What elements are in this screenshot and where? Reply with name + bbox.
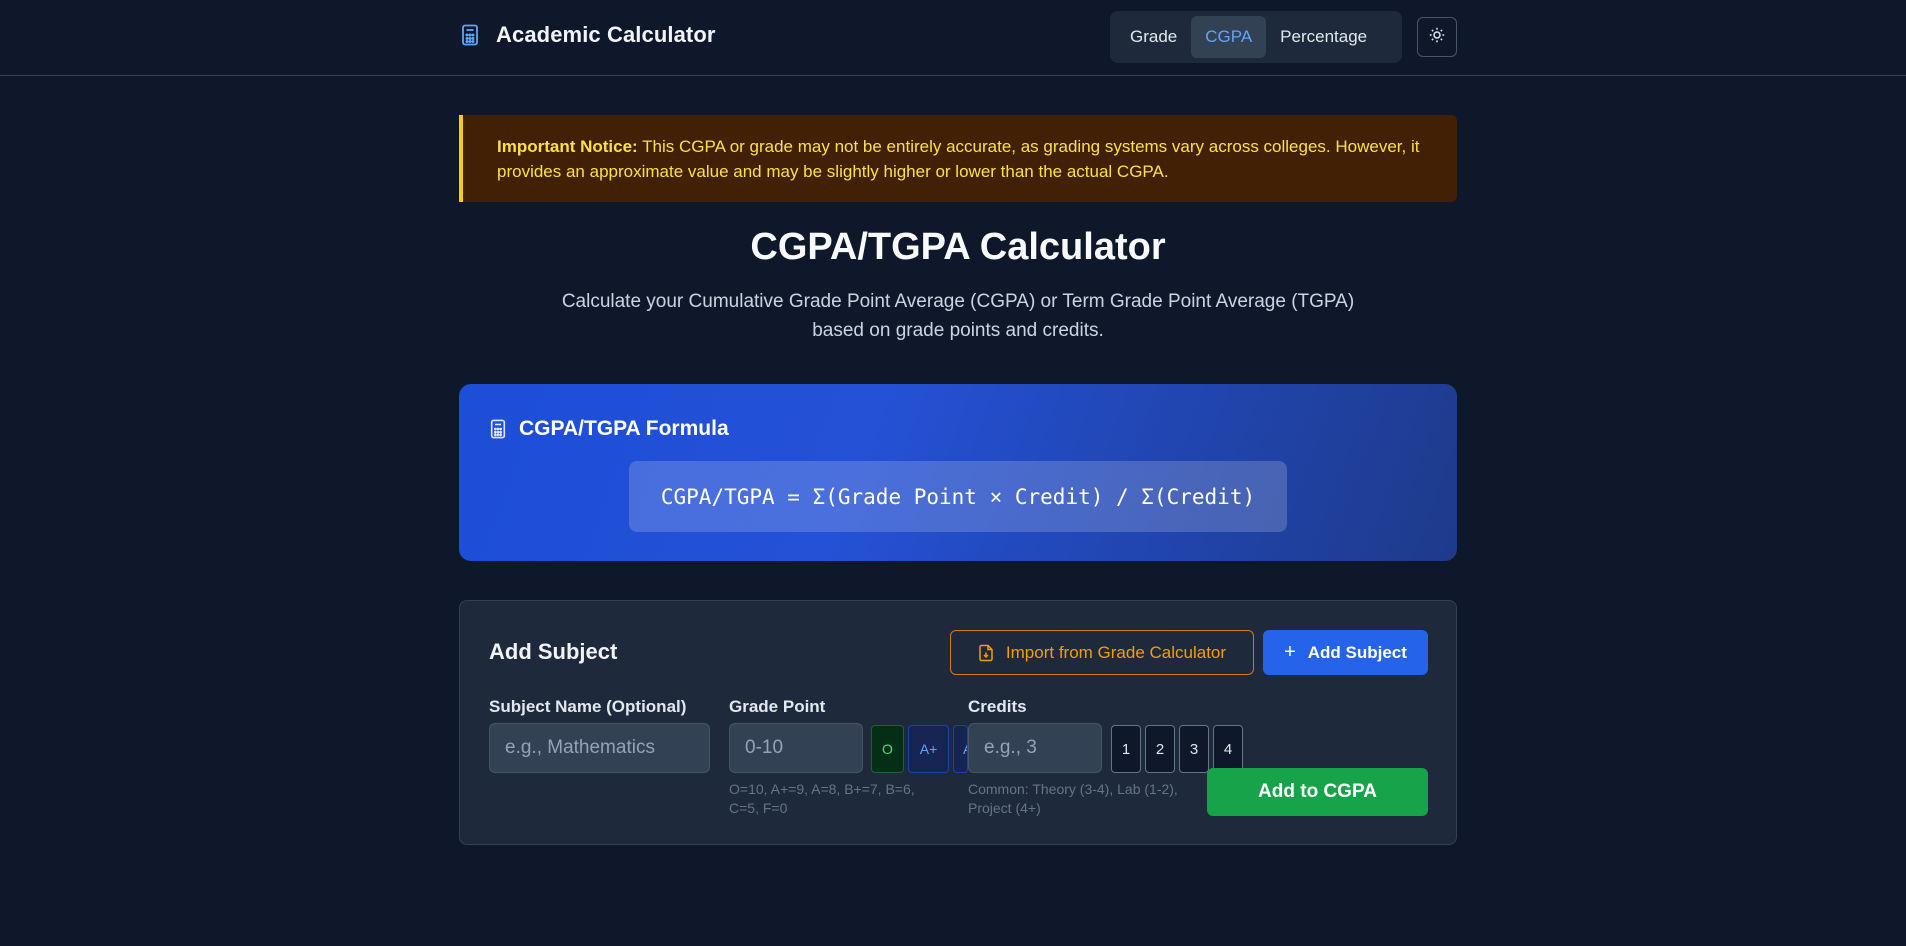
app-title: Academic Calculator bbox=[496, 22, 716, 47]
formula-card: CGPA/TGPA Formula CGPA/TGPA = Σ(Grade Po… bbox=[459, 384, 1457, 561]
credit-chip-2[interactable]: 2 bbox=[1145, 725, 1175, 773]
import-button-label: Import from Grade Calculator bbox=[1005, 642, 1227, 662]
grade-point-label: Grade Point bbox=[729, 697, 826, 716]
tab-cgpa[interactable]: CGPA bbox=[1191, 16, 1267, 58]
calculator-icon bbox=[460, 24, 480, 46]
add-subject-button-label: Add Subject bbox=[1307, 642, 1407, 662]
plus-icon: + bbox=[1284, 641, 1296, 663]
formula-title: CGPA/TGPA Formula bbox=[519, 417, 729, 440]
grade-point-input[interactable] bbox=[729, 723, 863, 773]
import-from-grade-calculator-button[interactable]: Import from Grade Calculator bbox=[950, 630, 1254, 675]
file-import-icon bbox=[978, 644, 994, 662]
add-subject-title: Add Subject bbox=[489, 639, 618, 664]
page-title: CGPA/TGPA Calculator bbox=[750, 226, 1166, 268]
calculator-icon bbox=[489, 419, 507, 439]
subject-name-input[interactable] bbox=[489, 723, 710, 773]
formula-expression: CGPA/TGPA = Σ(Grade Point × Credit) / Σ(… bbox=[629, 461, 1287, 532]
add-subject-button[interactable]: + Add Subject bbox=[1263, 630, 1428, 675]
credits-hint: Common: Theory (3-4), Lab (1-2), Project… bbox=[968, 781, 1178, 816]
important-notice: Important Notice: This CGPA or grade may… bbox=[459, 115, 1457, 202]
add-subject-card: Add Subject Import from Grade Calculator… bbox=[459, 600, 1457, 845]
credit-chip-4[interactable]: 4 bbox=[1213, 725, 1243, 773]
page-subtitle: Calculate your Cumulative Grade Point Av… bbox=[561, 291, 1355, 341]
credit-chip-1[interactable]: 1 bbox=[1111, 725, 1141, 773]
theme-toggle-button[interactable] bbox=[1417, 17, 1457, 57]
tab-grade[interactable]: Grade bbox=[1116, 16, 1191, 58]
brand[interactable]: Academic Calculator bbox=[460, 22, 716, 48]
credits-input[interactable] bbox=[968, 723, 1102, 773]
grade-point-hint: O=10, A+=9, A=8, B+=7, B=6, C=5, F=0 bbox=[729, 781, 915, 816]
grade-chip-a-plus[interactable]: A+ bbox=[908, 725, 949, 773]
credit-chip-3[interactable]: 3 bbox=[1179, 725, 1209, 773]
grade-chip-o[interactable]: O bbox=[871, 725, 904, 773]
formula-header: CGPA/TGPA Formula bbox=[489, 417, 729, 441]
subject-name-label: Subject Name (Optional) bbox=[489, 697, 687, 716]
notice-heading: Important Notice: bbox=[497, 137, 638, 156]
grade-chip-a[interactable]: A bbox=[953, 725, 968, 773]
tab-percentage[interactable]: Percentage bbox=[1266, 16, 1381, 58]
calculator-tabs: Grade CGPA Percentage bbox=[1110, 11, 1402, 63]
credits-label: Credits bbox=[968, 697, 1027, 716]
add-to-cgpa-button[interactable]: Add to CGPA bbox=[1207, 768, 1428, 816]
sun-icon bbox=[1429, 27, 1445, 48]
top-nav-bar: Academic Calculator Grade CGPA Percentag… bbox=[0, 0, 1906, 76]
